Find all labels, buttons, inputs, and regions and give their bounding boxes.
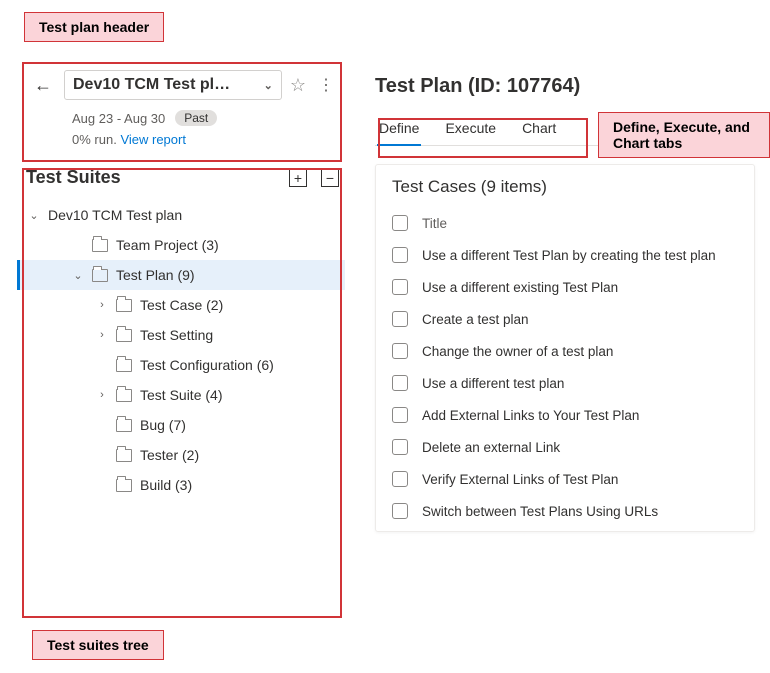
row-checkbox[interactable] [392,343,408,359]
row-checkbox[interactable] [392,311,408,327]
table-row[interactable]: Verify External Links of Test Plan [376,463,754,495]
row-checkbox[interactable] [392,375,408,391]
plan-title-text: Dev10 TCM Test pl… [73,76,230,94]
tree-item[interactable]: › Test Case (2) [20,290,345,320]
select-all-checkbox[interactable] [392,215,408,231]
case-title: Change the owner of a test plan [422,344,613,359]
tree-item-label: Test Suite (4) [140,387,222,403]
table-row[interactable]: Create a test plan [376,303,754,335]
tree-item-label: Tester (2) [140,447,199,463]
run-percent: 0% run. [72,132,117,147]
tree-item[interactable]: Bug (7) [20,410,345,440]
folder-icon [116,419,132,432]
tree-root-label: Dev10 TCM Test plan [48,207,182,223]
page-title: Test Plan (ID: 107764) [375,75,755,98]
table-header-row: Title [376,207,754,239]
row-checkbox[interactable] [392,503,408,519]
folder-icon [92,269,108,282]
table-row[interactable]: Switch between Test Plans Using URLs [376,495,754,527]
column-header-title: Title [422,216,447,231]
chevron-down-icon: ⌄ [28,209,40,222]
back-arrow-icon[interactable]: ← [28,71,58,100]
tree-item[interactable]: Team Project (3) [20,230,345,260]
tab-execute[interactable]: Execute [443,112,498,145]
table-row[interactable]: Change the owner of a test plan [376,335,754,367]
tree-root[interactable]: ⌄ Dev10 TCM Test plan [20,200,345,230]
case-title: Create a test plan [422,312,529,327]
table-row[interactable]: Use a different Test Plan by creating th… [376,239,754,271]
test-cases-card: Test Cases (9 items) Title Use a differe… [375,164,755,532]
chevron-down-icon: ⌄ [264,79,273,92]
folder-icon [116,329,132,342]
collapse-all-button[interactable]: − [321,169,339,187]
status-badge: Past [175,110,217,126]
view-report-link[interactable]: View report [120,132,186,147]
callout-tree: Test suites tree [32,630,164,660]
tree-item-label: Test Case (2) [140,297,223,313]
tab-define[interactable]: Define [377,112,421,146]
chevron-down-icon: ⌄ [72,269,84,282]
plan-date-range: Aug 23 - Aug 30 [72,111,165,126]
test-cases-heading: Test Cases (9 items) [376,177,754,207]
table-row[interactable]: Use a different test plan [376,367,754,399]
folder-icon [116,389,132,402]
case-title: Use a different Test Plan by creating th… [422,248,716,263]
folder-icon [116,359,132,372]
test-suites-tree: ⌄ Dev10 TCM Test plan Team Project (3) ⌄ T… [20,200,345,500]
tree-item-label: Test Plan (9) [116,267,195,283]
row-checkbox[interactable] [392,407,408,423]
folder-icon [116,449,132,462]
tree-item-label: Build (3) [140,477,192,493]
chevron-right-icon: › [96,329,108,341]
favorite-star-icon[interactable]: ☆ [288,75,308,96]
callout-tabs: Define, Execute, and Chart tabs [598,112,770,158]
more-options-icon[interactable]: ⋮ [314,75,337,95]
tree-item[interactable]: ⌄ Test Plan (9) [17,260,345,290]
row-checkbox[interactable] [392,279,408,295]
tab-chart[interactable]: Chart [520,112,558,145]
case-title: Use a different existing Test Plan [422,280,618,295]
table-row[interactable]: Add External Links to Your Test Plan [376,399,754,431]
row-checkbox[interactable] [392,471,408,487]
table-row[interactable]: Delete an external Link [376,431,754,463]
case-title: Add External Links to Your Test Plan [422,408,639,423]
folder-icon [116,479,132,492]
chevron-right-icon: › [96,389,108,401]
tree-item[interactable]: Build (3) [20,470,345,500]
tree-item[interactable]: › Test Setting [20,320,345,350]
case-title: Delete an external Link [422,440,560,455]
case-title: Use a different test plan [422,376,564,391]
tree-item[interactable]: › Test Suite (4) [20,380,345,410]
tree-item-label: Bug (7) [140,417,186,433]
case-title: Switch between Test Plans Using URLs [422,504,658,519]
case-title: Verify External Links of Test Plan [422,472,618,487]
test-suites-heading: Test Suites [26,167,121,188]
row-checkbox[interactable] [392,247,408,263]
plan-title-dropdown[interactable]: Dev10 TCM Test pl… ⌄ [64,70,282,100]
test-plan-header: ← Dev10 TCM Test pl… ⌄ ☆ ⋮ Aug 23 - Aug … [20,60,345,157]
folder-icon [116,299,132,312]
expand-all-button[interactable]: + [289,169,307,187]
table-row[interactable]: Use a different existing Test Plan [376,271,754,303]
tree-item-label: Test Configuration (6) [140,357,274,373]
tree-item-label: Test Setting [140,327,213,343]
callout-header: Test plan header [24,12,164,42]
tree-item-label: Team Project (3) [116,237,219,253]
folder-icon [92,239,108,252]
chevron-right-icon: › [96,299,108,311]
tree-item[interactable]: Test Configuration (6) [20,350,345,380]
row-checkbox[interactable] [392,439,408,455]
tree-item[interactable]: Tester (2) [20,440,345,470]
